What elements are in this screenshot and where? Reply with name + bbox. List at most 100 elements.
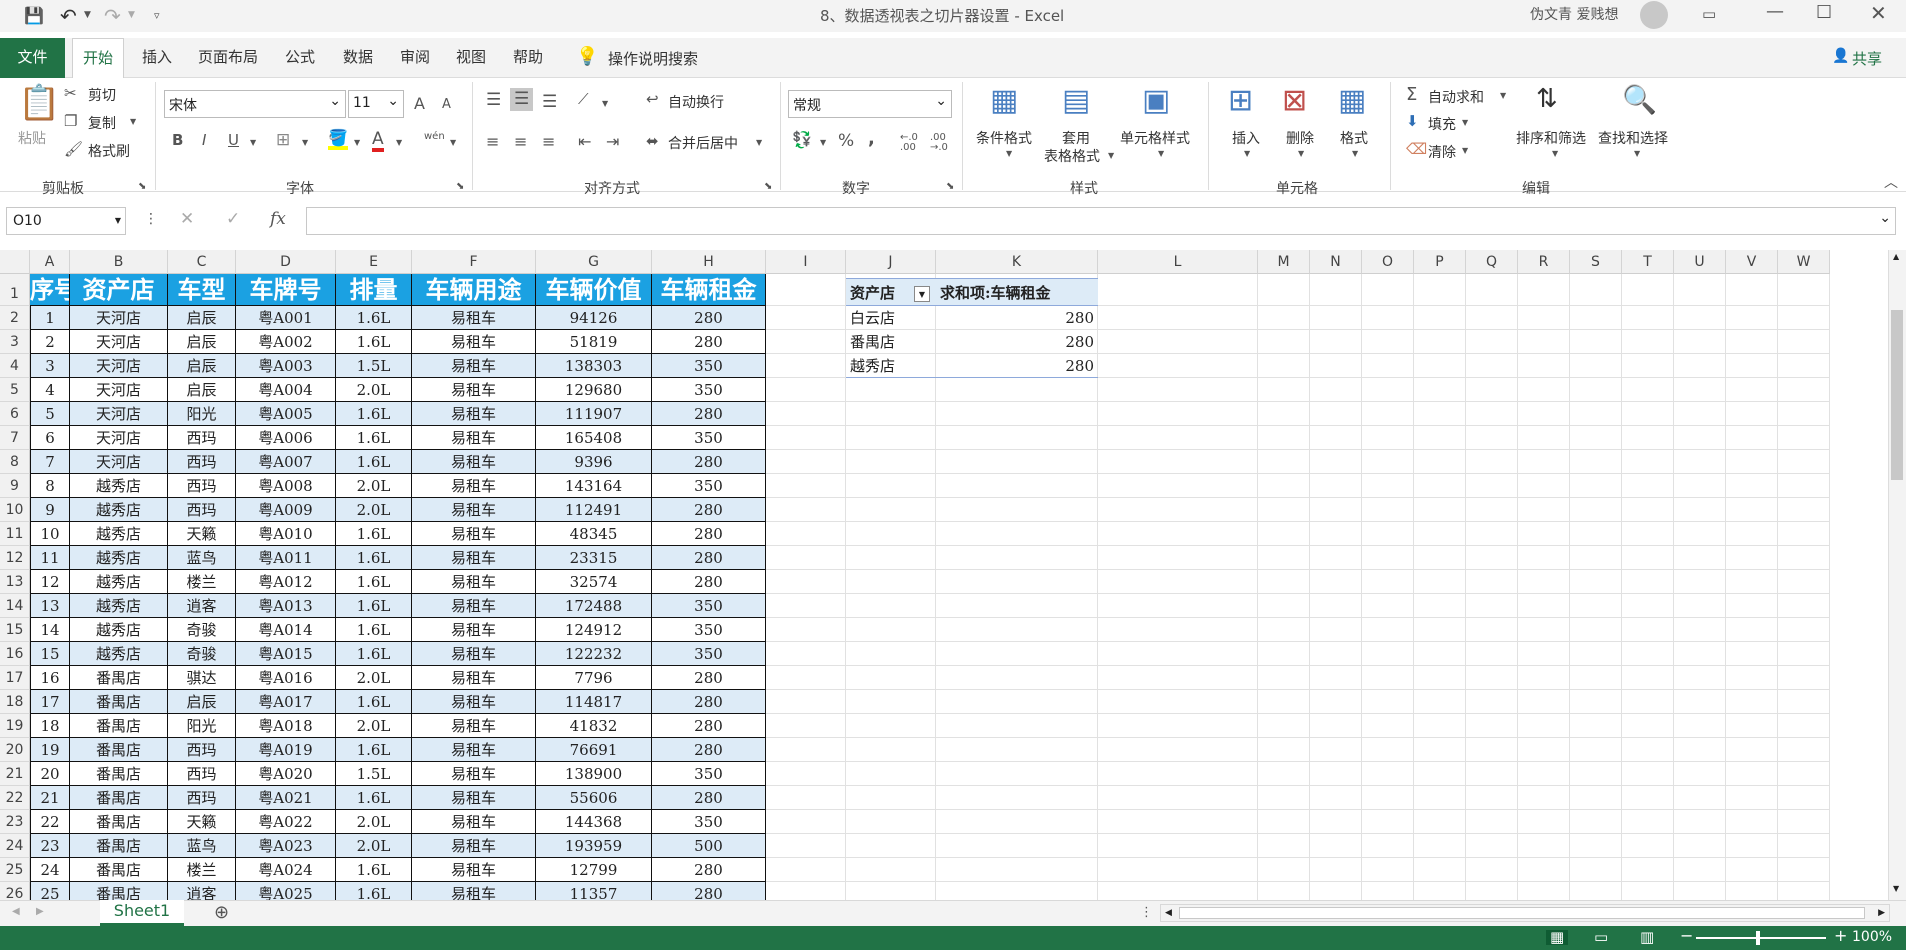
pivot-row-label[interactable]: 番禺店 — [846, 330, 936, 354]
table-cell[interactable]: 8 — [30, 474, 70, 498]
table-header-cell[interactable]: 资产店 — [70, 274, 168, 306]
table-cell[interactable]: 番禺店 — [70, 666, 168, 690]
tab-help[interactable]: 帮助 — [503, 38, 553, 78]
copy-icon[interactable]: ❐ — [64, 114, 77, 129]
table-cell[interactable]: 280 — [652, 306, 766, 330]
table-cell[interactable]: 易租车 — [412, 690, 536, 714]
delete-cells-icon[interactable]: ⊠ — [1282, 86, 1307, 116]
table-cell[interactable]: 1.6L — [336, 642, 412, 666]
prev-sheet-icon[interactable]: ◀ — [12, 907, 20, 917]
orientation-icon[interactable]: ⟋ — [578, 92, 589, 107]
table-cell[interactable]: 280 — [652, 570, 766, 594]
minimize-icon[interactable]: — — [1766, 3, 1784, 21]
fill-icon[interactable]: ⬇ — [1406, 114, 1419, 129]
column-header-b[interactable]: B — [70, 250, 168, 274]
table-cell[interactable]: 280 — [652, 498, 766, 522]
column-header-t[interactable]: T — [1622, 250, 1674, 274]
table-cell[interactable]: 骐达 — [168, 666, 236, 690]
row-header[interactable]: 9 — [0, 474, 30, 498]
table-cell[interactable]: 易租车 — [412, 522, 536, 546]
table-cell[interactable]: 1.6L — [336, 522, 412, 546]
table-cell[interactable]: 138900 — [536, 762, 652, 786]
row-header[interactable]: 25 — [0, 858, 30, 882]
tab-view[interactable]: 视图 — [446, 38, 496, 78]
table-cell[interactable]: 1.6L — [336, 426, 412, 450]
column-header-e[interactable]: E — [336, 250, 412, 274]
row-header[interactable]: 26 — [0, 882, 30, 900]
row-header[interactable]: 7 — [0, 426, 30, 450]
select-all-corner[interactable] — [0, 250, 30, 274]
table-cell[interactable]: 22 — [30, 810, 70, 834]
tab-formulas[interactable]: 公式 — [275, 38, 325, 78]
pivot-value[interactable]: 280 — [936, 330, 1098, 354]
table-header-cell[interactable]: 排量 — [336, 274, 412, 306]
clear-button[interactable]: 清除 — [1428, 142, 1456, 162]
table-cell[interactable]: 易租车 — [412, 450, 536, 474]
pivot-row-label[interactable]: 越秀店 — [846, 354, 936, 378]
table-cell[interactable]: 144368 — [536, 810, 652, 834]
table-cell[interactable]: 1.6L — [336, 786, 412, 810]
table-cell[interactable]: 143164 — [536, 474, 652, 498]
table-cell[interactable]: 越秀店 — [70, 618, 168, 642]
pivot-value[interactable]: 280 — [936, 354, 1098, 378]
table-cell[interactable]: 122232 — [536, 642, 652, 666]
table-cell[interactable]: 易租车 — [412, 354, 536, 378]
tab-review[interactable]: 审阅 — [390, 38, 440, 78]
border-dropdown-icon[interactable]: ▼ — [302, 139, 308, 147]
percent-icon[interactable]: % — [838, 133, 854, 150]
redo-dropdown-icon[interactable]: ▼ — [128, 11, 135, 20]
insert-function-icon[interactable]: fx — [270, 211, 286, 228]
scroll-up-icon[interactable]: ▲ — [1893, 252, 1899, 261]
table-cell[interactable]: 350 — [652, 618, 766, 642]
table-cell[interactable]: 280 — [652, 330, 766, 354]
column-header-r[interactable]: R — [1518, 250, 1570, 274]
customize-toolbar-icon[interactable]: ▿ — [154, 10, 160, 21]
column-header-v[interactable]: V — [1726, 250, 1778, 274]
delete-cells-button[interactable]: 删除 — [1286, 128, 1314, 148]
column-header-h[interactable]: H — [652, 250, 766, 274]
table-cell[interactable]: 西玛 — [168, 450, 236, 474]
table-cell[interactable]: 番禺店 — [70, 762, 168, 786]
table-cell[interactable]: 西玛 — [168, 786, 236, 810]
column-header-f[interactable]: F — [412, 250, 536, 274]
pivot-value[interactable]: 280 — [936, 306, 1098, 330]
column-header-m[interactable]: M — [1258, 250, 1310, 274]
paste-button[interactable]: 粘贴 — [18, 128, 46, 148]
column-header-g[interactable]: G — [536, 250, 652, 274]
insert-cells-button[interactable]: 插入 — [1232, 128, 1260, 148]
table-cell[interactable]: 350 — [652, 642, 766, 666]
table-cell[interactable]: 易租车 — [412, 330, 536, 354]
format-painter-icon[interactable]: 🖌 — [64, 142, 83, 157]
pivot-value-header[interactable]: 求和项:车辆租金 — [936, 278, 1098, 306]
table-cell[interactable]: 天河店 — [70, 354, 168, 378]
column-header-l[interactable]: L — [1098, 250, 1258, 274]
column-header-n[interactable]: N — [1310, 250, 1362, 274]
table-cell[interactable]: 350 — [652, 762, 766, 786]
row-header[interactable]: 12 — [0, 546, 30, 570]
table-cell[interactable]: 32574 — [536, 570, 652, 594]
table-cell[interactable]: 越秀店 — [70, 474, 168, 498]
vertical-scrollbar[interactable]: ▲ ▼ — [1888, 250, 1906, 900]
font-name-select[interactable]: 宋体 ⌄ — [164, 90, 346, 118]
table-cell[interactable]: 12799 — [536, 858, 652, 882]
align-middle-icon[interactable]: ☰ — [510, 88, 534, 111]
scroll-left-icon[interactable]: ◀ — [1165, 908, 1172, 918]
table-cell[interactable]: 粤A018 — [236, 714, 336, 738]
table-cell[interactable]: 280 — [652, 738, 766, 762]
table-cell[interactable]: 280 — [652, 522, 766, 546]
column-header-c[interactable]: C — [168, 250, 236, 274]
table-cell[interactable]: 350 — [652, 354, 766, 378]
table-cell[interactable]: 280 — [652, 450, 766, 474]
tab-split-icon[interactable]: ⋮ — [1140, 906, 1153, 919]
table-cell[interactable]: 启辰 — [168, 690, 236, 714]
table-cell[interactable]: 500 — [652, 834, 766, 858]
table-cell[interactable]: 西玛 — [168, 474, 236, 498]
share-button[interactable]: 共享 — [1852, 48, 1882, 69]
table-cell[interactable]: 启辰 — [168, 354, 236, 378]
alignment-launcher-icon[interactable]: ⬊ — [764, 182, 772, 192]
table-cell[interactable]: 逍客 — [168, 882, 236, 900]
clipboard-launcher-icon[interactable]: ⬊ — [138, 182, 146, 192]
tab-file[interactable]: 文件 — [0, 38, 65, 78]
table-header-cell[interactable]: 车型 — [168, 274, 236, 306]
zoom-slider[interactable] — [1696, 931, 1826, 945]
